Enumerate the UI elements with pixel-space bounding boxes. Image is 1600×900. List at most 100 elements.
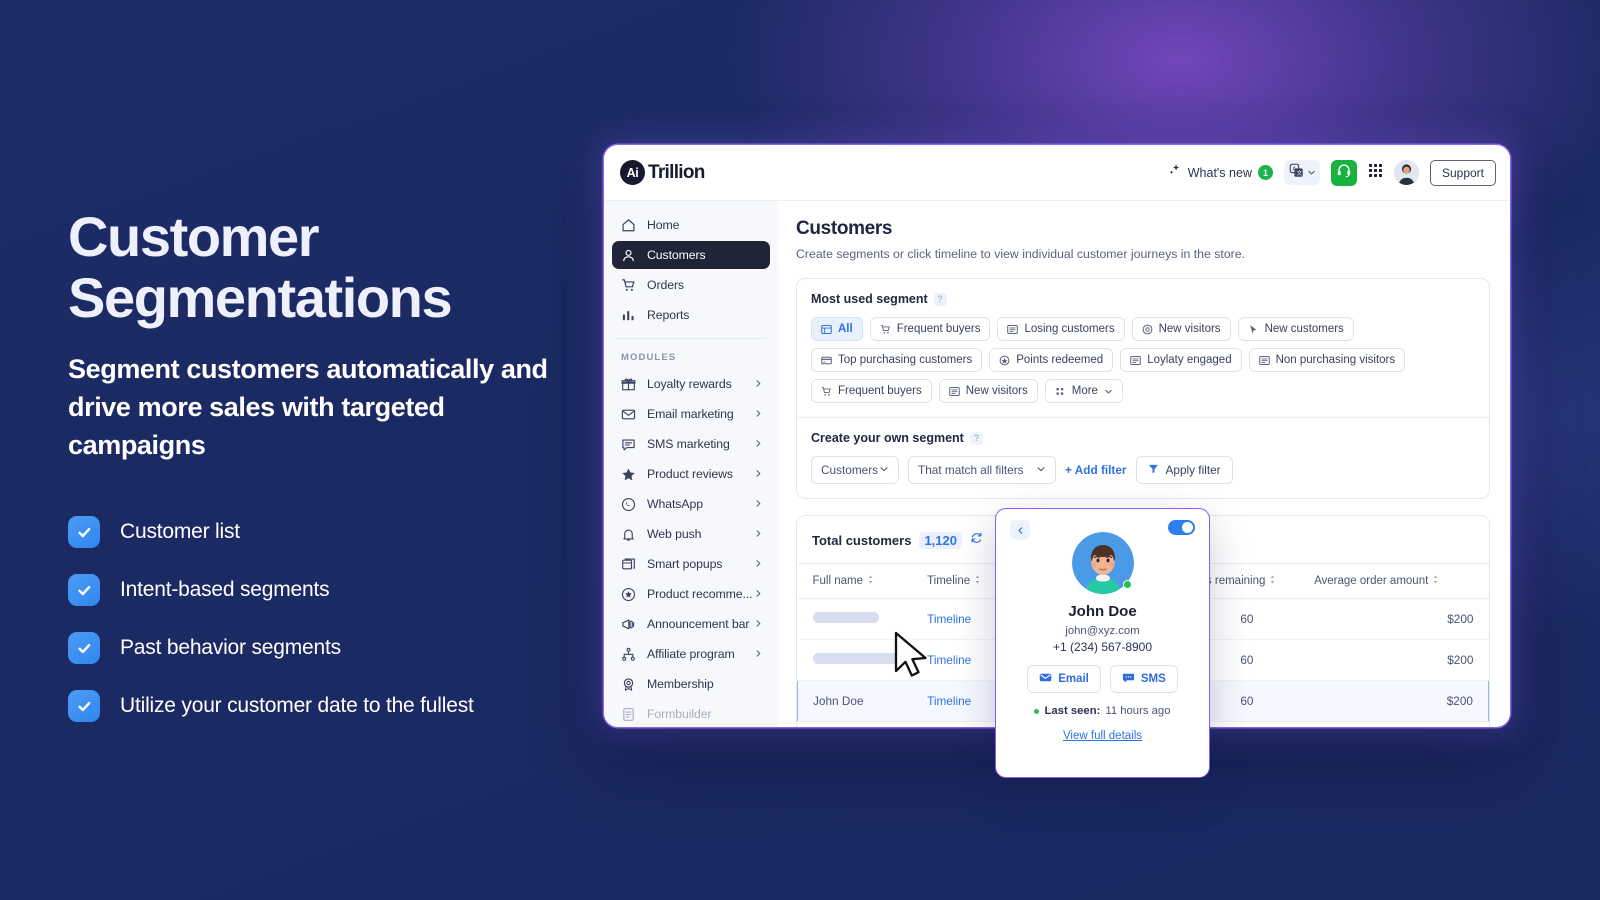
- mail-icon: [621, 407, 636, 422]
- apps-grid-button[interactable]: [1368, 163, 1383, 183]
- sidebar-divider: [616, 338, 766, 339]
- sidebar-item-customers[interactable]: Customers: [612, 241, 770, 269]
- sidebar-label: Web push: [647, 527, 702, 541]
- segment-chip-non-purchasing-visitors[interactable]: Non purchasing visitors: [1248, 348, 1406, 372]
- card-customer-phone: +1 (234) 567-8900: [1052, 640, 1153, 654]
- avatar[interactable]: [1393, 160, 1419, 185]
- sidebar-item-loyalty-rewards[interactable]: Loyalty rewards: [612, 370, 770, 398]
- segment-chip-top-purchasing-customers[interactable]: Top purchasing customers: [811, 348, 983, 372]
- sidebar-item-reports[interactable]: Reports: [612, 301, 770, 329]
- add-filter-button[interactable]: + Add filter: [1065, 463, 1127, 477]
- segment-chip-new-visitors-2[interactable]: New visitors: [938, 379, 1038, 403]
- page-headline: Customer Segmentations: [68, 205, 453, 329]
- total-customers-count: 1,120: [919, 531, 962, 549]
- sidebar-label: Formbuilder: [647, 707, 712, 721]
- cell-amount: $200: [1314, 639, 1489, 681]
- name-placeholder: [812, 612, 879, 623]
- sidebar-item-web-push[interactable]: Web push: [612, 520, 770, 548]
- sidebar-item-orders[interactable]: Orders: [612, 271, 770, 299]
- entity-select[interactable]: Customers: [811, 456, 899, 484]
- sidebar-item-smart-popups[interactable]: Smart popups: [612, 550, 770, 578]
- sidebar-item-home[interactable]: Home: [612, 211, 770, 239]
- sidebar-item-announcement-bar[interactable]: Announcement bar: [612, 610, 770, 638]
- chevron-right-icon: [754, 465, 763, 483]
- sidebar-item-formbuilder[interactable]: Formbuilder: [612, 700, 794, 727]
- segment-chip-losing-customers[interactable]: Losing customers: [997, 317, 1125, 341]
- segment-chip-frequent-buyers[interactable]: Frequent buyers: [869, 317, 991, 341]
- marketing-panel: Customer Segmentations Segment customers…: [68, 206, 588, 748]
- sidebar-item-product-reviews[interactable]: Product reviews: [612, 460, 770, 488]
- email-button[interactable]: Email: [1027, 665, 1101, 693]
- match-select[interactable]: That match all filters: [908, 456, 1056, 484]
- sidebar-item-affiliate-program[interactable]: Affiliate program: [612, 640, 770, 668]
- feature-item: Utilize your customer date to the fulles…: [68, 690, 588, 722]
- feature-label: Past behavior segments: [120, 636, 341, 659]
- chip-label: Frequent buyers: [896, 323, 981, 335]
- column-label: Timeline: [927, 575, 971, 587]
- view-full-details-link[interactable]: View full details: [1010, 730, 1195, 742]
- help-icon[interactable]: ?: [933, 292, 947, 306]
- check-icon: [68, 690, 100, 722]
- timeline-link[interactable]: Timeline: [927, 653, 971, 667]
- list-icon: [1007, 324, 1019, 335]
- segment-chip-more[interactable]: More: [1044, 379, 1123, 403]
- timeline-link[interactable]: Timeline: [927, 612, 971, 626]
- popup-icon: [621, 557, 636, 572]
- sidebar-item-membership[interactable]: Membership: [612, 670, 794, 698]
- customer-detail-card: John Doe john@xyz.com +1 (234) 567-8900 …: [995, 508, 1210, 778]
- sort-icon: [1269, 575, 1276, 587]
- list-icon: [1130, 355, 1141, 366]
- language-selector[interactable]: A 文: [1283, 160, 1320, 185]
- support-button[interactable]: Support: [1429, 159, 1496, 186]
- chip-label: New visitors: [965, 385, 1028, 397]
- sidebar-label: Email marketing: [647, 407, 734, 421]
- check-icon: [68, 574, 100, 606]
- sidebar: Home Customers Orders Reports MODULES Lo…: [604, 201, 794, 727]
- cell-full-name: John Doe: [797, 680, 928, 722]
- segment-chip-frequent-buyers-2[interactable]: Frequent buyers: [811, 379, 932, 403]
- logo-text: Trillion: [648, 161, 705, 183]
- last-seen-value: 11 hours ago: [1105, 705, 1171, 717]
- apply-filter-button[interactable]: Apply filter: [1135, 456, 1233, 484]
- sms-button[interactable]: SMS: [1109, 665, 1178, 693]
- segment-chip-points-redeemed[interactable]: Points redeemed: [989, 348, 1114, 372]
- back-button[interactable]: [1010, 520, 1030, 540]
- card-customer-name: John Doe: [1068, 603, 1137, 620]
- sidebar-item-sms-marketing[interactable]: SMS marketing: [612, 430, 770, 458]
- chevron-down-icon: [1036, 463, 1046, 477]
- grid-apps-icon: [1368, 163, 1383, 183]
- most-used-segment-label: Most used segment: [811, 292, 928, 306]
- recommend-icon: [621, 587, 636, 602]
- support-headset-button[interactable]: [1330, 159, 1357, 186]
- chip-label: Non purchasing visitors: [1275, 354, 1396, 366]
- sidebar-item-product-recommendations[interactable]: Product recomme...: [612, 580, 770, 608]
- sidebar-item-whatsapp[interactable]: WhatsApp: [612, 490, 770, 518]
- star-icon: [621, 467, 636, 482]
- segment-chip-all[interactable]: All: [811, 317, 863, 341]
- name-placeholder: [812, 653, 903, 664]
- sidebar-item-email-marketing[interactable]: Email marketing: [612, 400, 770, 428]
- segment-chip-loyalty-engaged[interactable]: Loylaty engaged: [1120, 348, 1242, 372]
- coin-icon: [999, 355, 1010, 366]
- column-header-full-name[interactable]: Full name: [797, 563, 928, 599]
- customer-status-toggle[interactable]: [1168, 520, 1195, 535]
- filter-controls: Customers That match all filters + Add f…: [811, 456, 1475, 484]
- form-icon: [621, 707, 636, 722]
- whatsapp-icon: [621, 497, 636, 512]
- segment-chip-new-visitors[interactable]: New visitors: [1131, 317, 1231, 341]
- chip-label: Frequent buyers: [838, 385, 922, 397]
- chip-label: Loylaty engaged: [1147, 354, 1232, 366]
- sms-button-label: SMS: [1140, 673, 1166, 685]
- help-icon[interactable]: ?: [969, 431, 983, 445]
- whats-new-button[interactable]: What's new 1: [1168, 163, 1273, 182]
- chip-label: All: [838, 323, 853, 335]
- sidebar-label: Smart popups: [647, 557, 723, 571]
- chevron-right-icon: [754, 525, 763, 543]
- segment-chip-new-customers[interactable]: New customers: [1237, 317, 1354, 341]
- refresh-icon[interactable]: [970, 531, 983, 549]
- logo[interactable]: Ai Trillion: [620, 160, 705, 185]
- sidebar-label: Reports: [647, 308, 690, 322]
- column-header-average-order-amount[interactable]: Average order amount: [1314, 563, 1489, 599]
- headset-icon: [1336, 162, 1352, 183]
- timeline-link[interactable]: Timeline: [927, 694, 971, 708]
